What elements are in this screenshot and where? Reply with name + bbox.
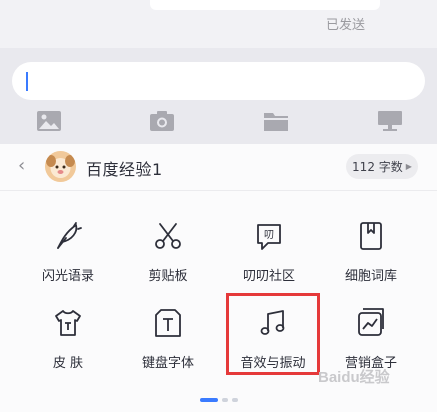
- brand-name: 百度经验1: [86, 160, 163, 179]
- sent-status: 已发送: [325, 18, 365, 33]
- image-icon[interactable]: [36, 110, 62, 132]
- panel-item-label: 闪光语录: [41, 269, 94, 284]
- panel-item-label: 剪贴板: [148, 269, 188, 284]
- camera-icon[interactable]: [149, 110, 175, 132]
- chat-bubble-icon: 叨: [257, 224, 281, 250]
- page-indicator: [232, 398, 238, 402]
- input-area: [0, 48, 437, 144]
- panel-item-label: 键盘字体: [141, 356, 194, 371]
- word-count-label: 112 字数: [352, 160, 403, 174]
- chevron-left-icon[interactable]: ‹: [18, 155, 25, 176]
- font-t-icon: [155, 309, 181, 337]
- panel-item-keyboard-font[interactable]: 键盘字体: [118, 307, 218, 387]
- panel-item-skin[interactable]: 皮 肤: [18, 307, 118, 387]
- chart-box-icon: [358, 308, 384, 336]
- panel-item-flash-quotes[interactable]: 闪光语录: [18, 220, 118, 300]
- message-bubble: [150, 0, 380, 10]
- panel-item-community[interactable]: 叨 叨叨社区: [219, 220, 319, 300]
- bookmark-book-icon: [360, 222, 382, 250]
- text-cursor: [26, 72, 28, 91]
- page-indicator: [222, 398, 228, 402]
- scissors-icon: [155, 223, 181, 249]
- feather-pen-icon: [57, 222, 82, 249]
- panel-item-cell-dictionary[interactable]: 细胞词库: [321, 220, 421, 300]
- avatar[interactable]: [45, 151, 76, 182]
- message-input[interactable]: [12, 62, 425, 100]
- tshirt-icon: [55, 310, 81, 336]
- keyboard-top-bar: ‹ 百度经验1 112 字数 ▶: [0, 144, 437, 191]
- svg-text:叨: 叨: [264, 230, 274, 241]
- word-count-badge[interactable]: 112 字数 ▶: [346, 154, 418, 179]
- panel-item-clipboard[interactable]: 剪贴板: [118, 220, 218, 300]
- panel-item-label: 细胞词库: [344, 269, 397, 284]
- panel-item-label: 皮 肤: [52, 356, 84, 371]
- folder-icon[interactable]: [263, 110, 289, 132]
- screen-icon[interactable]: [377, 110, 403, 132]
- chevron-right-icon: ▶: [405, 162, 412, 171]
- watermark: Baidu经验: [318, 369, 390, 386]
- red-highlight-box: [226, 293, 320, 375]
- page-indicator-active: [200, 398, 218, 402]
- chat-area: 已发送: [0, 0, 437, 48]
- panel-item-label: 叨叨社区: [242, 269, 295, 284]
